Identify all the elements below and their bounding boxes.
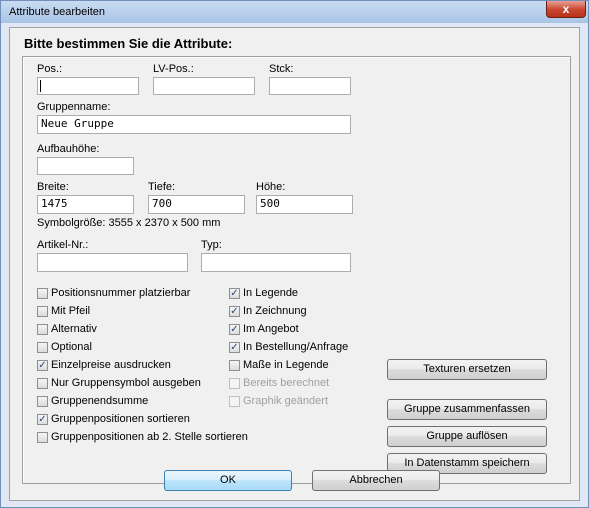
- checkbox-label: Positionsnummer platzierbar: [51, 287, 191, 299]
- hoehe-label: Höhe:: [256, 181, 286, 193]
- typ-label: Typ:: [201, 239, 222, 251]
- close-button[interactable]: x: [546, 1, 586, 18]
- window-title: Attribute bearbeiten: [9, 6, 106, 18]
- texturen-ersetzen-button[interactable]: Texturen ersetzen: [387, 359, 547, 380]
- checkbox-label: In Bestellung/Anfrage: [243, 341, 349, 353]
- checkbox-label: Gruppenendsumme: [51, 395, 149, 407]
- check-icon[interactable]: ✓: [229, 306, 240, 317]
- close-icon: x: [562, 2, 570, 16]
- aufbauhoehe-input[interactable]: [37, 157, 134, 175]
- checkbox-label: Nur Gruppensymbol ausgeben: [51, 377, 201, 389]
- checkbox-label: Mit Pfeil: [51, 305, 91, 317]
- symbol-size-text: Symbolgröße: 3555 x 2370 x 500 mm: [37, 217, 221, 229]
- gruppenname-input[interactable]: Neue Gruppe: [37, 115, 351, 134]
- stck-label: Stck:: [269, 63, 294, 75]
- check-icon[interactable]: ✓: [37, 414, 48, 425]
- typ-input[interactable]: [201, 253, 351, 272]
- checkbox-label: Gruppenpositionen sortieren: [51, 413, 190, 425]
- checkbox-label: Maße in Legende: [243, 359, 329, 371]
- checkbox-box[interactable]: [37, 342, 48, 353]
- checkbox-box[interactable]: [37, 378, 48, 389]
- gruppe-aufloesen-button[interactable]: Gruppe auflösen: [387, 426, 547, 447]
- checkbox-label: Im Angebot: [243, 323, 299, 335]
- ok-button[interactable]: OK: [164, 470, 292, 491]
- checkbox-box: [229, 396, 240, 407]
- lv-pos-input[interactable]: [153, 77, 255, 95]
- checkbox-box: [229, 378, 240, 389]
- abbrechen-button[interactable]: Abbrechen: [312, 470, 440, 491]
- check-icon[interactable]: ✓: [229, 342, 240, 353]
- text-cursor: [40, 80, 41, 92]
- checkbox-box[interactable]: [37, 288, 48, 299]
- check-icon[interactable]: ✓: [37, 360, 48, 371]
- checkbox-box[interactable]: [229, 360, 240, 371]
- checkbox-box[interactable]: [37, 324, 48, 335]
- artikel-nr-input[interactable]: [37, 253, 188, 272]
- pos-label: Pos.:: [37, 63, 63, 75]
- breite-input[interactable]: 1475: [37, 195, 134, 214]
- pos-input[interactable]: [37, 77, 139, 95]
- checkbox-label: Bereits berechnet: [243, 377, 330, 389]
- artikel-nr-label: Artikel-Nr.:: [37, 239, 89, 251]
- checkbox-box[interactable]: [37, 432, 48, 443]
- checkbox-label: Alternativ: [51, 323, 97, 335]
- checkbox-label: Graphik geändert: [243, 395, 328, 407]
- dialog-heading: Bitte bestimmen Sie die Attribute:: [24, 36, 233, 51]
- checkbox-label: Optional: [51, 341, 92, 353]
- dialog-client-area: Bitte bestimmen Sie die Attribute: Pos.:…: [9, 27, 580, 501]
- dialog-window: Attribute bearbeiten x Bitte bestimmen S…: [0, 0, 589, 508]
- check-icon[interactable]: ✓: [229, 324, 240, 335]
- tiefe-input[interactable]: 700: [148, 195, 245, 214]
- aufbauhoehe-label: Aufbauhöhe:: [37, 143, 100, 155]
- checkbox-label: Einzelpreise ausdrucken: [51, 359, 171, 371]
- attributes-panel: Pos.: LV-Pos.: Stck: Gruppenname: Neue G…: [22, 56, 571, 484]
- check-icon[interactable]: ✓: [229, 288, 240, 299]
- title-bar[interactable]: Attribute bearbeiten x: [1, 1, 588, 23]
- gruppe-zusammenfassen-button[interactable]: Gruppe zusammenfassen: [387, 399, 547, 420]
- checkbox-label: Gruppenpositionen ab 2. Stelle sortieren: [51, 431, 248, 443]
- checkbox-label: In Legende: [243, 287, 299, 299]
- gruppenname-label: Gruppenname:: [37, 101, 111, 113]
- stck-input[interactable]: [269, 77, 351, 95]
- breite-label: Breite:: [37, 181, 69, 193]
- checkbox-box[interactable]: [37, 306, 48, 317]
- checkbox-label: In Zeichnung: [243, 305, 307, 317]
- hoehe-input[interactable]: 500: [256, 195, 353, 214]
- tiefe-label: Tiefe:: [148, 181, 176, 193]
- checkbox-box[interactable]: [37, 396, 48, 407]
- lv-pos-label: LV-Pos.:: [153, 63, 194, 75]
